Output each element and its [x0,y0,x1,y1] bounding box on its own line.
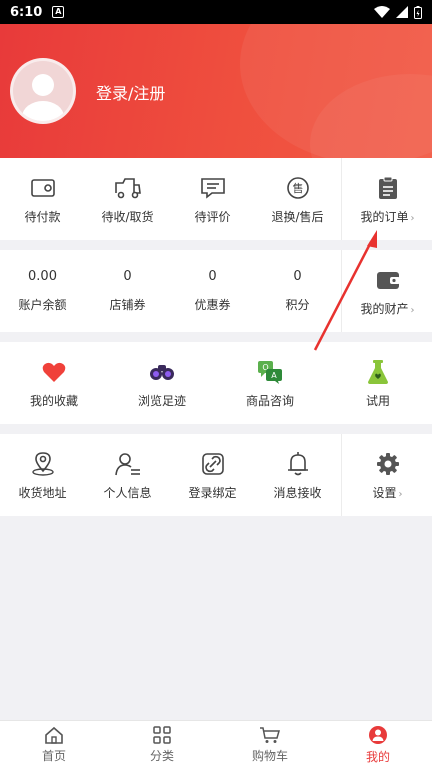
setting-address[interactable]: 收货地址 [0,434,85,516]
order-item-label: 退换/售后 [271,209,324,224]
status-bar: 6:10 A [0,0,432,24]
asset-label: 优惠券 [194,298,231,312]
order-item-label: 待评价 [194,209,231,224]
order-item-label: 待付款 [24,209,61,224]
asset-store-coupon[interactable]: 0 店铺券 [85,250,170,332]
settings-label: 设置 [372,485,397,500]
assets-card: 0.00 账户余额 0 店铺券 0 优惠券 0 积分 我的财产 › [0,250,432,332]
login-register-link[interactable]: 登录/注册 [96,80,165,104]
status-time: 6:10 [10,4,43,20]
battery-icon [414,5,422,19]
my-assets-button[interactable]: 我的财产 › [341,250,432,332]
gear-icon [376,450,400,478]
flask-icon [367,358,389,386]
service-label: 商品咨询 [245,393,294,408]
setting-notifications[interactable]: 消息接收 [255,434,340,516]
order-pending-payment[interactable]: 待付款 [0,158,85,240]
comment-icon [200,174,226,202]
order-pending-review[interactable]: 待评价 [170,158,255,240]
services-card: 我的收藏 浏览足迹 QA 商品咨询 试用 [0,342,432,424]
tab-profile[interactable]: 我的 [324,721,432,768]
asset-value: 0 [293,269,302,284]
asset-label: 账户余额 [18,298,67,312]
category-icon [153,725,171,744]
settings-card: 收货地址 个人信息 登录绑定 消息接收 设置 › [0,434,432,516]
service-history[interactable]: 浏览足迹 [108,342,216,424]
settings-cell: 设置 › [342,434,432,516]
my-orders-label: 我的订单 [360,209,409,224]
setting-personal-info[interactable]: 个人信息 [85,434,170,516]
my-orders-button[interactable]: 我的订单 › [341,158,432,240]
order-item-label: 待收/取货 [101,209,154,224]
profile-icon [369,725,387,744]
service-consultation[interactable]: QA 商品咨询 [216,342,324,424]
svg-text:A: A [271,371,277,380]
asset-value: 0.00 [28,269,57,284]
my-orders-cell: 我的订单 › [342,158,432,240]
setting-label: 登录绑定 [188,485,237,500]
asset-balance[interactable]: 0.00 账户余额 [0,250,85,332]
service-trial[interactable]: 试用 [324,342,432,424]
location-icon [31,450,55,478]
asset-points[interactable]: 0 积分 [255,250,340,332]
cart-icon [260,726,280,743]
wifi-icon [374,6,390,18]
default-avatar-icon [22,74,64,121]
signal-icon [396,6,408,18]
asset-value: 0 [208,269,217,284]
tab-label: 购物车 [251,748,288,763]
service-label: 我的收藏 [29,393,78,408]
notification-icon: A [52,6,65,18]
order-after-sale[interactable]: 售 退换/售后 [255,158,340,240]
setting-label: 个人信息 [103,485,152,500]
avatar[interactable] [10,58,76,124]
after-sale-icon: 售 [286,174,310,202]
truck-icon [114,174,142,202]
profile-header: 登录/注册 [0,24,432,158]
my-assets-cell: 我的财产 › [342,250,432,332]
chevron-right-icon: › [410,212,415,224]
tab-label: 分类 [149,748,174,763]
tab-home[interactable]: 首页 [0,721,108,768]
setting-login-binding[interactable]: 登录绑定 [170,434,255,516]
service-label: 试用 [365,393,390,408]
asset-discount-coupon[interactable]: 0 优惠券 [170,250,255,332]
chevron-right-icon: › [398,488,403,500]
bottom-tab-bar: 首页 分类 购物车 我的 [0,720,432,768]
user-info-icon [114,450,141,478]
binoculars-icon [149,358,175,386]
asset-value: 0 [123,269,132,284]
wallet-icon [30,174,56,202]
tab-category[interactable]: 分类 [108,721,216,768]
link-icon [201,450,225,478]
svg-text:售: 售 [292,181,303,195]
tab-label: 首页 [41,748,66,763]
home-icon [45,726,63,744]
chevron-right-icon: › [410,304,415,316]
orders-card: 待付款 待收/取货 待评价 售 退换/售后 我的订单 › [0,158,432,240]
tab-label: 我的 [365,749,390,764]
chat-icon: QA [257,358,283,386]
bell-icon [286,450,310,478]
service-favorites[interactable]: 我的收藏 [0,342,108,424]
asset-label: 积分 [285,298,310,312]
setting-label: 收货地址 [18,485,67,500]
asset-label: 店铺券 [109,298,146,312]
my-assets-label: 我的财产 [360,301,409,316]
tab-cart[interactable]: 购物车 [216,721,324,768]
heart-icon [42,358,66,386]
purse-icon [376,266,400,294]
setting-label: 消息接收 [273,485,322,500]
order-pending-receipt[interactable]: 待收/取货 [85,158,170,240]
clipboard-icon [378,174,398,202]
settings-button[interactable]: 设置 › [341,434,432,516]
service-label: 浏览足迹 [137,393,186,408]
